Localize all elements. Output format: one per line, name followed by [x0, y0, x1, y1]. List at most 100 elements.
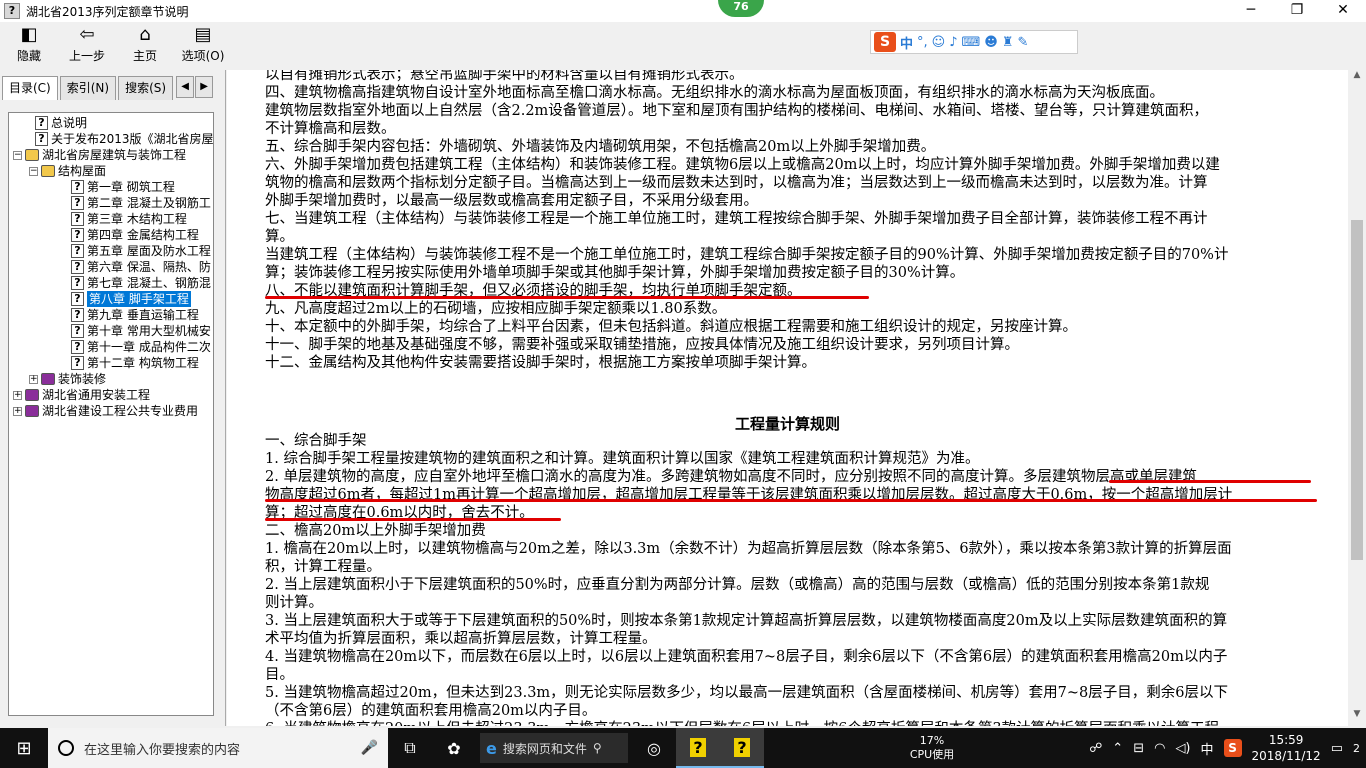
- help-topic-icon: ?: [71, 228, 84, 242]
- chrome-icon[interactable]: ◎: [632, 728, 676, 768]
- task-view-icon[interactable]: ⧉: [388, 728, 432, 768]
- help-topic-icon: ?: [71, 340, 84, 354]
- tree-topic[interactable]: ? 第十二章 构筑物工程: [71, 355, 199, 371]
- sogou-logo-icon[interactable]: S: [874, 32, 896, 52]
- notification-icon[interactable]: ▭: [1331, 741, 1343, 756]
- volume-icon[interactable]: ◁): [1175, 741, 1190, 756]
- pinwheel-app-icon[interactable]: ✿: [432, 728, 476, 768]
- closed-book-icon: [25, 389, 39, 401]
- clock[interactable]: 15:59 2018/11/12: [1252, 732, 1321, 764]
- help-taskbar-icon[interactable]: ?: [676, 728, 720, 768]
- tab-scroll-right-icon[interactable]: ▶: [195, 76, 214, 98]
- wifi-icon[interactable]: ◠: [1154, 741, 1165, 756]
- collapse-icon[interactable]: −: [13, 150, 22, 160]
- smile-icon[interactable]: ☺: [932, 35, 946, 50]
- windows-start-icon[interactable]: ⊞: [0, 728, 48, 768]
- ime-punct[interactable]: °,: [917, 35, 928, 50]
- open-book-icon: [25, 149, 39, 161]
- wrench-icon[interactable]: ✎: [1018, 35, 1029, 50]
- tab-scroll-left-icon[interactable]: ◀: [176, 76, 195, 98]
- tree-topic[interactable]: ? 第五章 屋面及防水工程: [71, 243, 211, 259]
- tree-topic[interactable]: ? 第七章 混凝土、钢筋混: [71, 275, 211, 291]
- minimize-button[interactable]: ─: [1228, 0, 1274, 22]
- close-button[interactable]: ✕: [1320, 0, 1366, 22]
- content-line: 算。: [265, 229, 294, 245]
- options-label: 选项(O): [181, 49, 225, 63]
- show-hidden-icon[interactable]: ⌃: [1112, 741, 1123, 756]
- tree-label: 第九章 垂直运输工程: [87, 308, 199, 322]
- content-line: 4. 当建筑物檐高在20m以下，而层数在6层以上时，以6层以上建筑面积套用7~8…: [265, 649, 1228, 665]
- tab-search[interactable]: 搜索(S): [118, 76, 174, 100]
- content-line: 2. 单层建筑物的高度，应自室外地坪至檐口滴水的高度为准。多跨建筑物如高度不同时…: [265, 469, 1197, 485]
- collapse-icon[interactable]: −: [29, 166, 38, 176]
- tree-label: 第十一章 成品构件二次: [87, 340, 211, 354]
- highlight-underline: [265, 296, 869, 299]
- tree-folder[interactable]: + 装饰装修: [29, 371, 106, 387]
- tree-folder[interactable]: + 湖北省建设工程公共专业费用: [13, 403, 198, 419]
- vertical-scrollbar[interactable]: ▲ ▼: [1348, 70, 1366, 726]
- tree-topic[interactable]: ? 第八章 脚手架工程: [71, 291, 191, 307]
- tab-contents[interactable]: 目录(C): [2, 76, 58, 100]
- expand-icon[interactable]: +: [29, 374, 38, 384]
- highlight-underline: [265, 518, 561, 521]
- tree-folder[interactable]: − 湖北省房屋建筑与装饰工程: [13, 147, 186, 163]
- tree-topic[interactable]: ? 第四章 金属结构工程: [71, 227, 199, 243]
- tree-label: 第十章 常用大型机械安: [87, 324, 211, 338]
- people-icon[interactable]: ☍: [1089, 741, 1102, 756]
- user-icon[interactable]: ☻: [984, 35, 998, 50]
- keyboard-icon[interactable]: ⌨: [962, 35, 981, 50]
- scroll-down-icon[interactable]: ▼: [1348, 709, 1366, 726]
- scroll-thumb[interactable]: [1351, 220, 1363, 560]
- content-line: 1. 综合脚手架工程量按建筑物的建筑面积之和计算。建筑面积计算以国家《建筑工程建…: [265, 451, 980, 467]
- scroll-up-icon[interactable]: ▲: [1348, 70, 1366, 87]
- cpu-label: CPU使用: [909, 748, 955, 761]
- shirt-icon[interactable]: ♜: [1002, 35, 1014, 50]
- expand-icon[interactable]: +: [13, 406, 22, 416]
- cpu-meter[interactable]: 17% CPU使用: [894, 734, 970, 762]
- options-icon: ▤: [194, 24, 212, 45]
- back-arrow-icon: ⇦: [79, 24, 95, 45]
- tree-topic[interactable]: ? 第十一章 成品构件二次: [71, 339, 211, 355]
- tree-folder[interactable]: − 结构屋面: [29, 163, 106, 179]
- tree-label: 第八章 脚手架工程: [87, 291, 191, 307]
- help-topic-icon: ?: [71, 180, 84, 194]
- expand-icon[interactable]: +: [13, 390, 22, 400]
- taskbar-search[interactable]: 在这里输入你要搜索的内容 🎤: [48, 728, 388, 768]
- home-button[interactable]: ⌂ 主页: [116, 22, 174, 68]
- ime-mode[interactable]: 中: [900, 33, 913, 52]
- tree-topic[interactable]: ? 第一章 砌筑工程: [71, 179, 175, 195]
- options-button[interactable]: ▤ 选项(O): [174, 22, 232, 68]
- mic-icon[interactable]: ♪: [949, 35, 957, 50]
- content-line: 则计算。: [265, 595, 323, 611]
- restore-button[interactable]: ❐: [1274, 0, 1320, 22]
- content-line: 1. 檐高在20m以上时，以建筑物檐高与20m之差，除以3.3m（余数不计）为超…: [265, 541, 1232, 557]
- ime-toolbar[interactable]: S 中 °, ☺ ♪ ⌨ ☻ ♜ ✎: [870, 30, 1078, 54]
- content-line: 当建筑工程（主体结构）与装饰装修工程不是一个施工单位施工时，建筑工程综合脚手架按…: [265, 247, 1229, 263]
- content-line: 不计算檐高和层数。: [265, 121, 396, 137]
- tree-topic[interactable]: ? 第十章 常用大型机械安: [71, 323, 211, 339]
- mic-icon[interactable]: 🎤: [361, 740, 378, 756]
- tree-topic[interactable]: ? 第九章 垂直运输工程: [71, 307, 199, 323]
- ime-lang[interactable]: 中: [1201, 739, 1214, 758]
- tree-topic[interactable]: ? 第六章 保温、隔热、防: [71, 259, 211, 275]
- tree-topic[interactable]: ? 第三章 木结构工程: [71, 211, 187, 227]
- content-line: 目。: [265, 667, 294, 683]
- tree-label: 第三章 木结构工程: [87, 212, 187, 226]
- search-placeholder: 在这里输入你要搜索的内容: [84, 742, 241, 758]
- calc-rules: 一、综合脚手架 1. 综合脚手架工程量按建筑物的建筑面积之和计算。建筑面积计算以国…: [265, 432, 1337, 726]
- tree-topic[interactable]: ? 关于发布2013版《湖北省房屋: [35, 131, 213, 147]
- tree-folder[interactable]: + 湖北省通用安装工程: [13, 387, 150, 403]
- hide-button[interactable]: ◧ 隐藏: [0, 22, 58, 68]
- sogou-tray-icon[interactable]: S: [1223, 739, 1242, 757]
- help-taskbar-icon-2[interactable]: ?: [720, 728, 764, 768]
- content-line: （不含第6层）的建筑面积套用檐高20m以内子目。: [265, 703, 597, 719]
- tree-topic[interactable]: ? 第二章 混凝土及钢筋工: [71, 195, 211, 211]
- home-icon: ⌂: [139, 24, 151, 45]
- content-line: 建筑物层数指室外地面以上自然层（含2.2m设备管道层）。地下室和屋顶有围护结构的…: [265, 103, 1209, 119]
- network-icon[interactable]: ⊟: [1133, 741, 1144, 756]
- tab-index[interactable]: 索引(N): [59, 76, 117, 100]
- tree-topic[interactable]: ? 总说明: [35, 115, 87, 131]
- contents-tree: ? 总说明? 关于发布2013版《湖北省房屋 − 湖北省房屋建筑与装饰工程 − 结构屋面? 第…: [8, 112, 214, 716]
- back-button[interactable]: ⇦ 上一步: [58, 22, 116, 68]
- ie-search-box[interactable]: e 搜索网页和文件 ⚲: [480, 733, 628, 763]
